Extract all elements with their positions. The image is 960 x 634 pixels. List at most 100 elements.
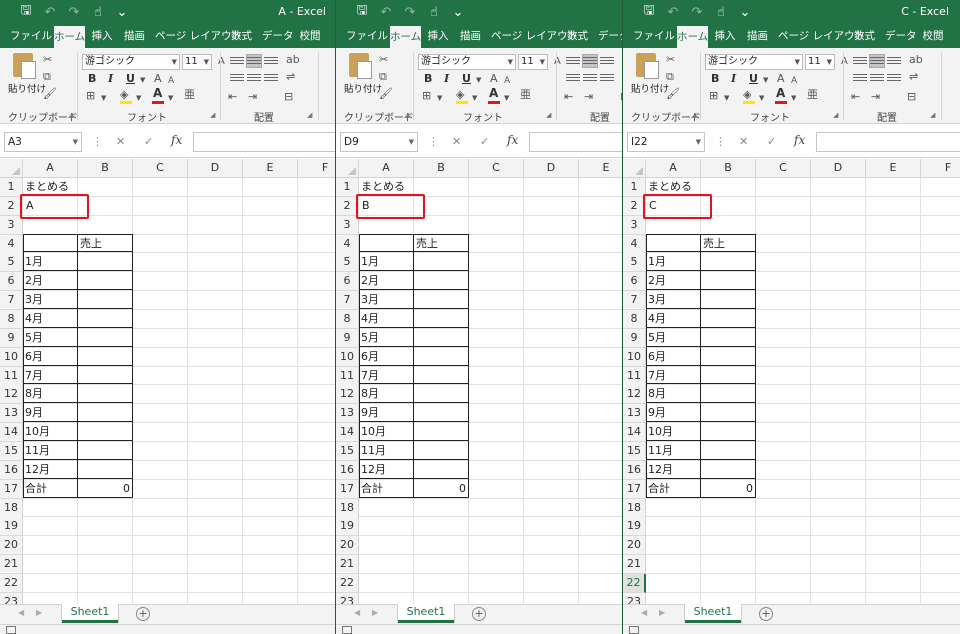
borders-icon[interactable]: ⊞ (709, 89, 718, 103)
row-header[interactable]: 16 (623, 460, 646, 480)
row-header[interactable]: 12 (336, 385, 359, 405)
total-label-cell[interactable]: 合計 (646, 480, 701, 499)
tab-4[interactable]: ページ レイアウト (778, 24, 865, 48)
select-all-button[interactable] (0, 159, 23, 178)
orientation-icon[interactable]: ab (286, 53, 300, 67)
horizontal-align-icon[interactable] (230, 72, 244, 84)
shrink-font-icon[interactable]: A (791, 74, 797, 88)
italic-button[interactable]: I (444, 72, 449, 86)
format-painter-icon[interactable]: 🖌 (666, 87, 680, 101)
month-cell[interactable]: 6月 (359, 348, 414, 367)
row-header[interactable]: 4 (623, 234, 646, 254)
horizontal-align-icon[interactable] (583, 72, 597, 84)
row-header[interactable]: 16 (0, 460, 23, 480)
row-header[interactable]: 6 (623, 272, 646, 292)
font-launcher-icon[interactable]: ◢ (210, 111, 215, 119)
enter-icon[interactable]: ✓ (767, 135, 776, 148)
month-cell[interactable]: 7月 (23, 367, 78, 386)
phonetic-guide-icon[interactable]: 亜 (520, 88, 531, 102)
tab-1[interactable]: ホーム (677, 26, 708, 48)
sales-header-cell[interactable]: 売上 (78, 235, 133, 254)
tab-5[interactable]: 数式 (566, 24, 589, 48)
redo-icon[interactable]: ↷ (685, 5, 709, 20)
horizontal-align-icon[interactable] (870, 72, 884, 84)
save-icon[interactable]: 🖫 (637, 1, 661, 23)
row-header[interactable]: 14 (336, 423, 359, 443)
vertical-align-icon[interactable] (566, 55, 580, 67)
bold-button[interactable]: B (424, 72, 432, 86)
scroll-left-icon[interactable]: ◀ (18, 608, 24, 617)
row-header[interactable]: 5 (623, 253, 646, 273)
horizontal-align-icon[interactable] (853, 72, 867, 84)
tab-4[interactable]: ページ レイアウト (155, 24, 242, 48)
font-size-select[interactable]: 11 ▼ (518, 54, 548, 70)
row-header[interactable]: 20 (336, 536, 359, 556)
column-header[interactable]: C (469, 159, 524, 178)
month-cell[interactable]: 11月 (23, 442, 78, 461)
month-cell[interactable]: 5月 (23, 329, 78, 348)
month-cell[interactable]: 3月 (359, 291, 414, 310)
column-header[interactable]: E (243, 159, 298, 178)
fill-color-icon[interactable]: ◈ (120, 88, 128, 102)
row-header[interactable]: 18 (623, 498, 646, 518)
month-cell[interactable]: 8月 (359, 385, 414, 404)
tab-3[interactable]: 描画 (123, 24, 146, 48)
row-header[interactable]: 4 (0, 234, 23, 254)
month-cell[interactable]: 9月 (23, 404, 78, 423)
total-value-cell[interactable]: 0 (78, 480, 133, 499)
tab-6[interactable]: データ (262, 24, 294, 48)
increase-indent-icon[interactable]: ⇥ (584, 90, 593, 104)
row-header[interactable]: 19 (623, 517, 646, 537)
font-name-select[interactable]: 游ゴシック ▼ (418, 54, 516, 70)
month-cell[interactable]: 10月 (23, 423, 78, 442)
sheet-tab-sheet1[interactable]: Sheet1 (685, 604, 741, 623)
row-header[interactable]: 12 (623, 385, 646, 405)
month-cell[interactable]: 5月 (646, 329, 701, 348)
month-cell[interactable]: 4月 (646, 310, 701, 329)
merge-center-icon[interactable]: ⊟ (284, 90, 293, 104)
add-sheet-icon[interactable]: + (472, 607, 486, 621)
grow-font-icon[interactable]: A (777, 72, 785, 86)
column-header[interactable]: A (646, 159, 701, 178)
format-painter-icon[interactable]: 🖌 (43, 87, 57, 101)
total-label-cell[interactable]: 合計 (359, 480, 414, 499)
cut-icon[interactable]: ✂ (43, 53, 52, 67)
vertical-align-icon[interactable] (264, 55, 278, 67)
row-header[interactable]: 17 (336, 479, 359, 499)
tab-0[interactable]: ファイル (346, 24, 388, 48)
column-header[interactable]: F (298, 159, 335, 178)
touch-mode-icon[interactable]: ☝ (86, 5, 110, 20)
row-header[interactable]: 17 (623, 479, 646, 499)
month-cell[interactable]: 8月 (23, 385, 78, 404)
month-cell[interactable]: 8月 (646, 385, 701, 404)
paste-icon[interactable] (346, 53, 374, 83)
copy-icon[interactable]: ⧉ (43, 70, 51, 84)
month-cell[interactable]: 2月 (23, 272, 78, 291)
paste-icon[interactable] (633, 53, 661, 83)
grow-font-icon[interactable]: A (490, 72, 498, 86)
vertical-align-icon[interactable] (869, 54, 885, 68)
customize-toolbar-icon[interactable]: ⌄ (110, 5, 134, 20)
row-header[interactable]: 8 (623, 310, 646, 329)
bold-button[interactable]: B (711, 72, 719, 86)
tab-2[interactable]: 挿入 (90, 24, 114, 48)
column-header[interactable]: B (414, 159, 469, 178)
row-header[interactable]: 22 (623, 573, 646, 593)
month-cell[interactable]: 3月 (646, 291, 701, 310)
cancel-icon[interactable]: ✕ (739, 135, 748, 148)
month-cell[interactable]: 7月 (646, 367, 701, 386)
tab-0[interactable]: ファイル (633, 24, 675, 48)
scroll-left-icon[interactable]: ◀ (641, 608, 647, 617)
font-size-select[interactable]: 11 ▼ (182, 54, 212, 70)
vertical-align-icon[interactable] (582, 54, 598, 68)
month-cell[interactable]: 9月 (646, 404, 701, 423)
phonetic-guide-icon[interactable]: 亜 (807, 88, 818, 102)
row-header[interactable]: 14 (623, 423, 646, 443)
month-cell[interactable]: 5月 (359, 329, 414, 348)
row-header[interactable]: 9 (0, 328, 23, 348)
column-header[interactable]: C (756, 159, 811, 178)
column-header[interactable]: F (921, 159, 960, 178)
row-header[interactable]: 10 (0, 347, 23, 367)
month-cell[interactable]: 10月 (359, 423, 414, 442)
undo-icon[interactable]: ↶ (38, 5, 62, 20)
